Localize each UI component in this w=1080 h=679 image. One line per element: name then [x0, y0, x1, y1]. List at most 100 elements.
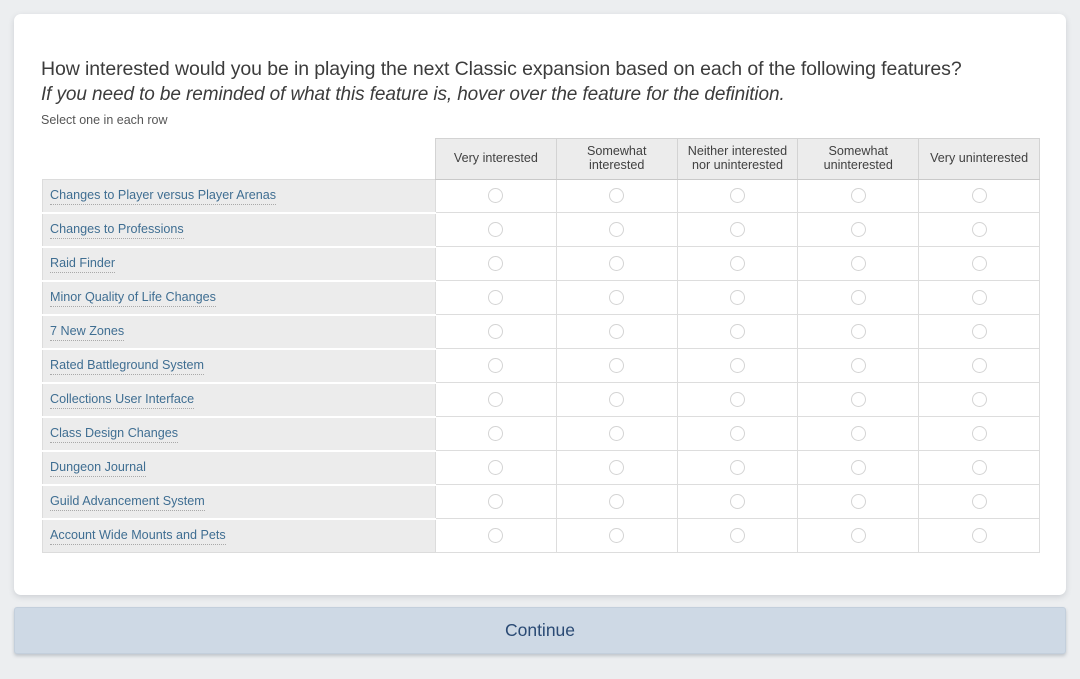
radio-cell[interactable] — [919, 485, 1040, 519]
radio-button[interactable] — [972, 222, 987, 237]
radio-cell[interactable] — [919, 519, 1040, 553]
radio-button[interactable] — [488, 222, 503, 237]
radio-cell[interactable] — [436, 417, 557, 451]
radio-cell[interactable] — [677, 179, 798, 213]
radio-button[interactable] — [972, 528, 987, 543]
radio-cell[interactable] — [677, 213, 798, 247]
radio-cell[interactable] — [436, 383, 557, 417]
radio-button[interactable] — [609, 460, 624, 475]
radio-cell[interactable] — [677, 519, 798, 553]
radio-button[interactable] — [730, 358, 745, 373]
radio-cell[interactable] — [919, 247, 1040, 281]
radio-cell[interactable] — [919, 315, 1040, 349]
radio-cell[interactable] — [919, 213, 1040, 247]
row-label-tooltip-text[interactable]: Changes to Professions — [50, 222, 184, 239]
radio-button[interactable] — [972, 290, 987, 305]
radio-cell[interactable] — [436, 349, 557, 383]
radio-cell[interactable] — [919, 179, 1040, 213]
radio-button[interactable] — [488, 460, 503, 475]
radio-cell[interactable] — [677, 383, 798, 417]
radio-cell[interactable] — [798, 485, 919, 519]
radio-cell[interactable] — [556, 179, 677, 213]
radio-cell[interactable] — [798, 247, 919, 281]
radio-button[interactable] — [851, 324, 866, 339]
radio-button[interactable] — [730, 324, 745, 339]
radio-button[interactable] — [488, 528, 503, 543]
radio-button[interactable] — [609, 290, 624, 305]
radio-cell[interactable] — [677, 315, 798, 349]
radio-cell[interactable] — [436, 451, 557, 485]
radio-cell[interactable] — [798, 281, 919, 315]
radio-button[interactable] — [851, 358, 866, 373]
radio-cell[interactable] — [919, 417, 1040, 451]
radio-button[interactable] — [609, 358, 624, 373]
row-label-tooltip-text[interactable]: Collections User Interface — [50, 392, 194, 409]
radio-button[interactable] — [730, 256, 745, 271]
radio-cell[interactable] — [436, 281, 557, 315]
radio-button[interactable] — [851, 222, 866, 237]
radio-button[interactable] — [730, 188, 745, 203]
radio-button[interactable] — [851, 290, 866, 305]
radio-button[interactable] — [972, 324, 987, 339]
radio-cell[interactable] — [436, 179, 557, 213]
radio-cell[interactable] — [436, 519, 557, 553]
radio-cell[interactable] — [798, 213, 919, 247]
radio-button[interactable] — [972, 256, 987, 271]
radio-button[interactable] — [609, 188, 624, 203]
radio-button[interactable] — [730, 426, 745, 441]
radio-cell[interactable] — [556, 417, 677, 451]
radio-button[interactable] — [972, 460, 987, 475]
radio-cell[interactable] — [798, 315, 919, 349]
radio-button[interactable] — [851, 460, 866, 475]
row-label-tooltip-text[interactable]: Minor Quality of Life Changes — [50, 290, 216, 307]
radio-button[interactable] — [488, 426, 503, 441]
row-label-tooltip-text[interactable]: Raid Finder — [50, 256, 115, 273]
radio-button[interactable] — [972, 358, 987, 373]
row-label-tooltip-text[interactable]: Guild Advancement System — [50, 494, 205, 511]
radio-button[interactable] — [609, 426, 624, 441]
radio-cell[interactable] — [436, 247, 557, 281]
continue-button[interactable]: Continue — [14, 607, 1066, 654]
radio-button[interactable] — [730, 290, 745, 305]
radio-button[interactable] — [730, 494, 745, 509]
radio-button[interactable] — [488, 392, 503, 407]
radio-button[interactable] — [851, 528, 866, 543]
row-label-tooltip-text[interactable]: Account Wide Mounts and Pets — [50, 528, 226, 545]
radio-cell[interactable] — [677, 451, 798, 485]
radio-cell[interactable] — [798, 383, 919, 417]
radio-cell[interactable] — [556, 451, 677, 485]
radio-cell[interactable] — [798, 179, 919, 213]
radio-button[interactable] — [730, 392, 745, 407]
radio-button[interactable] — [972, 426, 987, 441]
radio-cell[interactable] — [798, 349, 919, 383]
radio-button[interactable] — [488, 494, 503, 509]
radio-button[interactable] — [972, 494, 987, 509]
radio-cell[interactable] — [798, 451, 919, 485]
radio-cell[interactable] — [919, 383, 1040, 417]
radio-cell[interactable] — [436, 213, 557, 247]
radio-button[interactable] — [730, 222, 745, 237]
radio-cell[interactable] — [556, 315, 677, 349]
radio-cell[interactable] — [556, 383, 677, 417]
radio-button[interactable] — [730, 528, 745, 543]
radio-cell[interactable] — [677, 281, 798, 315]
radio-cell[interactable] — [677, 349, 798, 383]
radio-cell[interactable] — [677, 417, 798, 451]
radio-button[interactable] — [609, 528, 624, 543]
radio-cell[interactable] — [556, 349, 677, 383]
row-label-tooltip-text[interactable]: Rated Battleground System — [50, 358, 204, 375]
radio-cell[interactable] — [919, 451, 1040, 485]
radio-button[interactable] — [609, 392, 624, 407]
row-label-tooltip-text[interactable]: Class Design Changes — [50, 426, 178, 443]
radio-cell[interactable] — [919, 281, 1040, 315]
radio-button[interactable] — [609, 494, 624, 509]
row-label-tooltip-text[interactable]: 7 New Zones — [50, 324, 124, 341]
radio-button[interactable] — [972, 392, 987, 407]
radio-button[interactable] — [851, 256, 866, 271]
radio-cell[interactable] — [556, 519, 677, 553]
radio-cell[interactable] — [919, 349, 1040, 383]
radio-cell[interactable] — [556, 485, 677, 519]
radio-button[interactable] — [851, 426, 866, 441]
radio-cell[interactable] — [436, 315, 557, 349]
row-label-tooltip-text[interactable]: Dungeon Journal — [50, 460, 146, 477]
